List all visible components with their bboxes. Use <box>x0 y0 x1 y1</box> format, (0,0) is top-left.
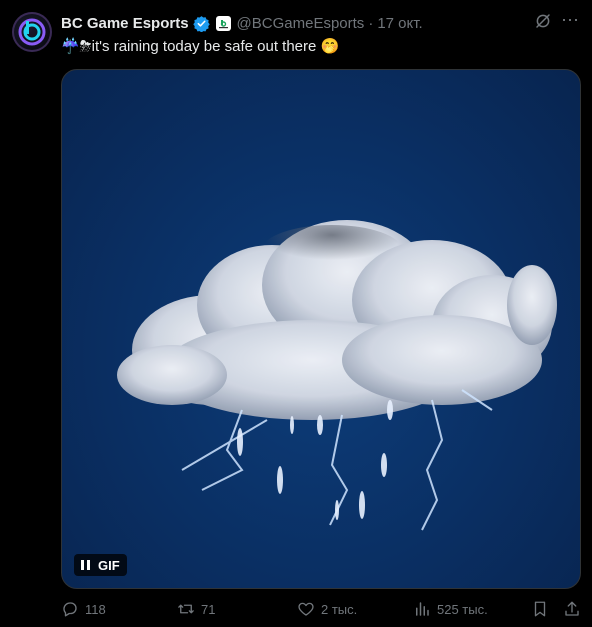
grok-icon[interactable] <box>534 12 552 35</box>
bookmark-icon <box>534 601 546 617</box>
views-button[interactable]: 525 тыс. <box>413 598 488 620</box>
separator: · <box>368 14 374 32</box>
author-handle[interactable]: @BCGameEsports <box>237 15 365 32</box>
storm-cloud-image <box>117 220 557 531</box>
reply-button[interactable]: 118 <box>61 598 106 620</box>
affiliate-badge-icon[interactable] <box>215 15 231 31</box>
bookmark-button[interactable] <box>531 598 549 620</box>
retweet-icon <box>178 604 194 614</box>
tweet-header: BC Game Esports @BCGameEsports · 17 окт. <box>61 13 580 33</box>
gif-media[interactable]: GIF <box>61 69 581 589</box>
like-button[interactable]: 2 тыс. <box>297 598 357 620</box>
pause-icon[interactable] <box>81 560 90 570</box>
tweet-date[interactable]: 17 окт. <box>377 15 422 32</box>
gif-badge[interactable]: GIF <box>74 554 127 576</box>
like-count: 2 тыс. <box>321 601 358 617</box>
share-button[interactable] <box>563 598 581 620</box>
views-icon <box>416 602 429 616</box>
tweet-actions: 118 71 2 тыс. 525 тыс. <box>61 598 580 620</box>
reply-icon <box>63 602 77 617</box>
author-name[interactable]: BC Game Esports <box>61 15 189 32</box>
more-icon[interactable]: ⋯ <box>561 10 580 31</box>
share-icon <box>565 601 579 616</box>
tweet-text: ☔⛈it's raining today be safe out there 🤭 <box>61 38 340 55</box>
retweet-count: 71 <box>201 601 216 617</box>
gif-label: GIF <box>98 557 120 573</box>
retweet-button[interactable]: 71 <box>177 598 215 620</box>
view-count: 525 тыс. <box>437 601 488 617</box>
bc-game-logo-icon <box>18 18 46 46</box>
heart-icon <box>298 602 314 616</box>
reply-count: 118 <box>85 601 106 617</box>
verified-badge-icon[interactable] <box>192 15 210 32</box>
avatar[interactable] <box>12 12 52 52</box>
